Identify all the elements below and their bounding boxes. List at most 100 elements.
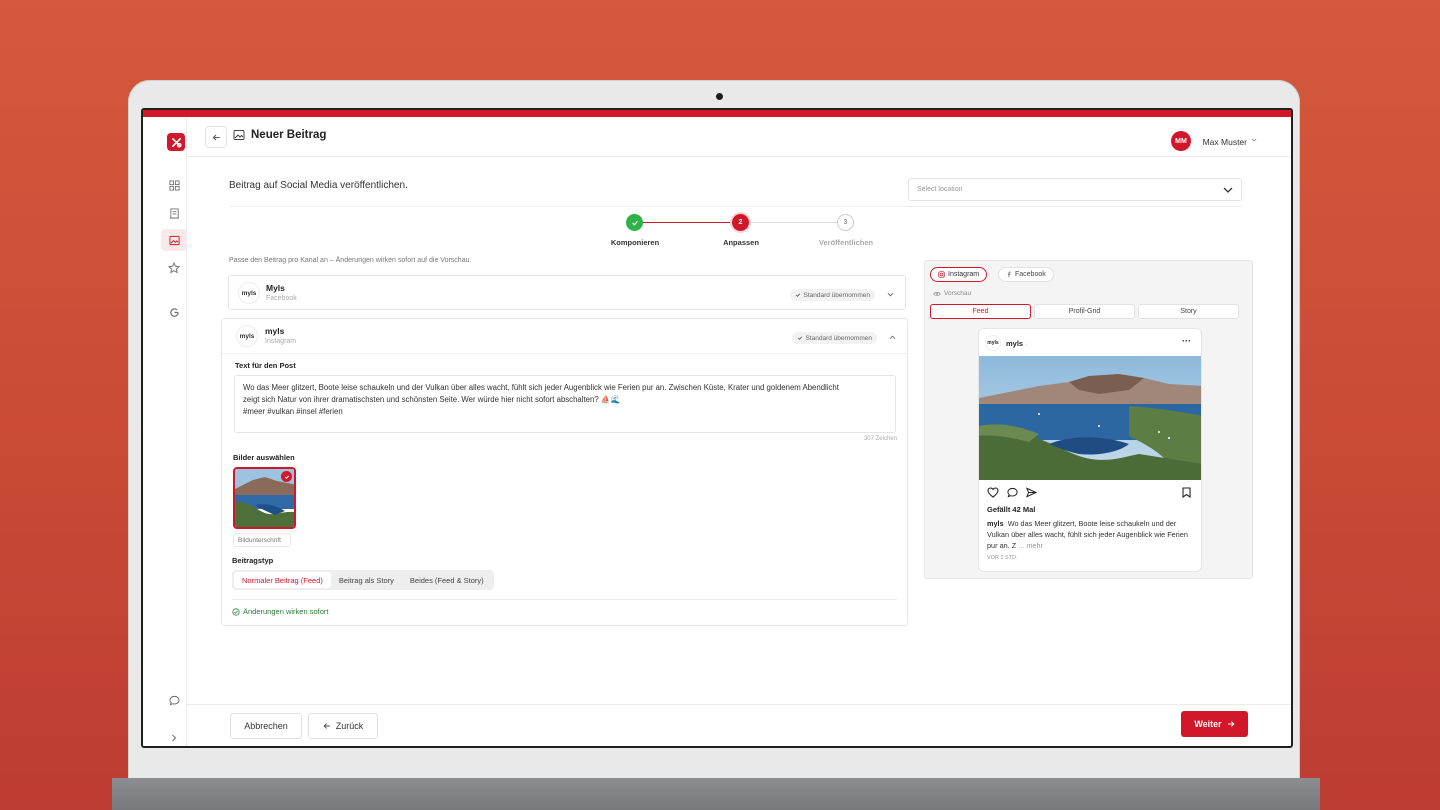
post-text-line: #meer #vulkan #insel #ferien <box>243 407 343 416</box>
bookmark-icon[interactable] <box>1182 487 1191 498</box>
type-both-button[interactable]: Beides (Feed & Story) <box>402 572 492 588</box>
arrow-left-icon <box>212 133 220 141</box>
building-icon <box>169 207 179 219</box>
step-3-circle[interactable]: 3 <box>837 214 854 231</box>
instagram-icon <box>938 271 945 278</box>
brand-bar <box>143 110 1291 117</box>
saved-note-text: Änderungen wirken sofort <box>243 607 329 616</box>
image-thumbnail[interactable] <box>233 467 296 529</box>
preview-tab-instagram[interactable]: Instagram <box>930 267 988 282</box>
step-1-circle[interactable] <box>626 214 643 231</box>
user-name[interactable]: Max Muster <box>1203 137 1247 147</box>
more-link[interactable]: ... mehr <box>1018 541 1043 550</box>
image-icon <box>233 130 245 140</box>
sidebar-item-reviews[interactable] <box>161 257 187 279</box>
post-username: myls · <box>1006 339 1028 348</box>
post-avatar: myls <box>985 335 1001 351</box>
back-button-label: Zurück <box>335 721 364 731</box>
channel-card-instagram: myls myls Instagram Standard übernommen … <box>221 318 908 626</box>
step-connector-done <box>643 222 739 223</box>
location-select[interactable]: Select location <box>908 178 1242 201</box>
selected-check <box>281 471 292 482</box>
instagram-post-preview: myls myls · ··· Gefällt 42 Mal myls Wo d… <box>978 328 1202 572</box>
post-actions <box>987 487 1037 498</box>
sidebar-item-dashboard[interactable] <box>161 174 187 196</box>
likes-count: Gefällt 42 Mal <box>987 505 1036 514</box>
logo-icon <box>171 137 182 148</box>
card-divider <box>222 353 907 354</box>
card-divider <box>232 599 897 600</box>
images-label: Bilder auswählen <box>233 453 295 462</box>
channel-platform: Facebook <box>266 295 297 302</box>
google-icon <box>169 307 179 317</box>
preview-segment-story[interactable]: Story <box>1138 304 1239 319</box>
sidebar-item-chat[interactable] <box>161 689 187 711</box>
status-badge: Standard übernommen <box>789 289 875 301</box>
channel-logo: myls <box>238 282 260 304</box>
header: Neuer Beitrag MM Max Muster <box>187 117 1291 157</box>
step-3-label: Veröffentlichen <box>818 238 874 247</box>
channel-card-facebook[interactable]: myls Myls Facebook Standard übernommen <box>228 275 906 310</box>
sidebar <box>143 117 187 746</box>
preview-tab-label: Facebook <box>1015 271 1046 278</box>
chevron-down-icon[interactable] <box>1251 137 1257 143</box>
preview-label: Vorschau <box>933 290 971 297</box>
camera-dot <box>716 93 723 100</box>
preview-segment-feed[interactable]: Feed <box>930 304 1031 319</box>
preview-segment-grid[interactable]: Profil-Grid <box>1034 304 1135 319</box>
preview-tab-facebook[interactable]: Facebook <box>998 267 1054 282</box>
dashboard-icon <box>168 179 180 191</box>
type-story-button[interactable]: Beitrag als Story <box>331 572 402 588</box>
type-feed-button[interactable]: Normaler Beitrag (Feed) <box>234 572 331 588</box>
heart-icon[interactable] <box>987 487 999 498</box>
post-time: VOR 2 STD. <box>987 555 1018 561</box>
page-title: Neuer Beitrag <box>251 129 327 141</box>
arrow-right-icon <box>1227 721 1235 727</box>
chevron-down-icon[interactable] <box>887 291 894 298</box>
chevron-up-icon[interactable] <box>889 334 896 341</box>
laptop-base <box>112 778 1320 810</box>
sidebar-expand[interactable] <box>161 727 187 746</box>
sidebar-item-locations[interactable] <box>161 202 187 224</box>
status-badge-label: Standard übernommen <box>803 291 871 299</box>
image-icon <box>168 235 180 245</box>
step-connector-todo <box>749 222 837 223</box>
share-icon[interactable] <box>1026 487 1037 498</box>
app-logo[interactable] <box>167 133 185 151</box>
channel-logo: myls <box>236 325 258 347</box>
avatar[interactable]: MM <box>1171 131 1191 151</box>
preview-panel: Instagram Facebook Vorschau Feed Profil-… <box>924 260 1253 579</box>
check-icon <box>631 220 638 226</box>
post-type-switch: Normaler Beitrag (Feed) Beitrag als Stor… <box>232 570 494 590</box>
sidebar-item-posts[interactable] <box>161 229 187 251</box>
check-circle-icon <box>232 607 240 616</box>
post-text-input[interactable]: Wo das Meer glitzert, Boote leise schauk… <box>234 375 896 433</box>
hint-text: Passe den Beitrag pro Kanal an – Änderun… <box>229 257 472 264</box>
eye-icon <box>933 291 941 296</box>
cancel-button[interactable]: Abbrechen <box>230 713 302 739</box>
check-icon <box>795 293 800 297</box>
step-2-label: Anpassen <box>723 238 759 247</box>
facebook-icon <box>1007 271 1011 278</box>
post-text-line: Wo das Meer glitzert, Boote leise schauk… <box>243 383 839 392</box>
preview-tab-label: Instagram <box>948 271 980 278</box>
more-options-icon[interactable]: ··· <box>1182 336 1191 346</box>
channel-name: myls <box>265 326 285 336</box>
check-icon <box>797 336 802 340</box>
image-caption-input[interactable]: Bildunterschrift <box>233 533 291 547</box>
comment-icon[interactable] <box>1007 487 1018 498</box>
step-2-circle[interactable]: 2 <box>732 214 749 231</box>
chevron-right-icon <box>172 734 177 742</box>
sidebar-item-google[interactable] <box>161 301 187 323</box>
status-badge: Standard übernommen <box>791 332 877 344</box>
channel-platform: Instagram <box>265 338 297 345</box>
next-button[interactable]: Weiter <box>1181 711 1248 737</box>
header-back-button[interactable] <box>205 126 227 148</box>
post-text-line: zeigt sich Natur von ihrer dramatischste… <box>243 395 621 404</box>
back-button[interactable]: Zurück <box>308 713 378 739</box>
preview-label-text: Vorschau <box>944 290 972 297</box>
location-placeholder: Select location <box>917 186 963 193</box>
post-photo <box>979 356 1201 480</box>
status-badge-label: Standard übernommen <box>805 334 873 342</box>
next-button-label: Weiter <box>1194 719 1222 729</box>
